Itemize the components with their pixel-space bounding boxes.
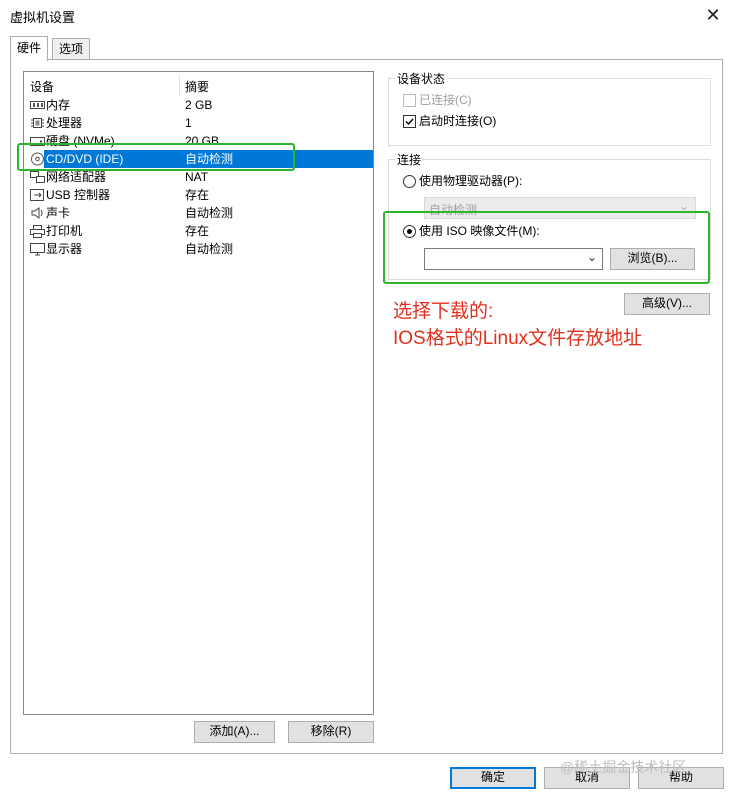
window-title: 虚拟机设置 (10, 10, 76, 25)
device-row-processor[interactable]: 处理器 1 (24, 114, 373, 132)
processor-icon (31, 118, 44, 128)
tab-options[interactable]: 选项 (52, 38, 91, 59)
device-row-memory[interactable]: 内存 2 GB (24, 96, 373, 114)
column-header-summary[interactable]: 摘要 (185, 78, 209, 96)
connected-checkbox[interactable] (403, 94, 416, 107)
device-row-display[interactable]: 显示器 自动检测 (24, 240, 373, 258)
iso-highlight-box (383, 211, 710, 284)
column-header-device[interactable]: 设备 (30, 78, 54, 96)
usb-icon (30, 189, 44, 201)
device-summary: 2 GB (185, 98, 213, 112)
title-bar (0, 0, 731, 30)
device-name: 打印机 (46, 224, 83, 238)
column-separator[interactable] (179, 74, 180, 96)
printer-icon (30, 225, 45, 238)
memory-icon (30, 101, 45, 109)
connect-at-power-on-label: 启动时连接(O) (419, 114, 497, 128)
sound-card-icon (31, 207, 43, 219)
device-row-printer[interactable]: 打印机 存在 (24, 222, 373, 240)
physical-drive-label: 使用物理驱动器(P): (419, 174, 523, 188)
device-name: 处理器 (46, 116, 83, 130)
device-row-usb[interactable]: USB 控制器 存在 (24, 186, 373, 204)
cd-dvd-highlight-box (17, 143, 295, 171)
close-icon[interactable]: ✕ (701, 3, 725, 27)
device-status-title: 设备状态 (395, 70, 448, 87)
device-summary: 存在 (185, 224, 210, 238)
device-summary: 存在 (185, 188, 210, 202)
device-name: 内存 (46, 98, 71, 112)
device-name: 显示器 (46, 242, 83, 256)
device-name: USB 控制器 (46, 188, 111, 202)
watermark: @稀土掘金技术社区 (560, 759, 687, 775)
annotation-text: 选择下载的: IOS格式的Linux文件存放地址 (393, 301, 643, 349)
connection-title: 连接 (395, 151, 424, 168)
connect-at-power-on-checkbox[interactable] (403, 115, 416, 128)
device-summary: 自动检测 (185, 206, 234, 220)
device-summary: 1 (185, 116, 192, 130)
checkmark-icon (405, 118, 414, 126)
ok-button[interactable]: 确定 (450, 767, 536, 789)
physical-drive-radio[interactable] (403, 175, 416, 188)
display-icon (30, 243, 45, 256)
connected-label: 已连接(C) (419, 93, 472, 107)
network-adapter-icon (30, 171, 45, 183)
device-summary: 自动检测 (185, 242, 234, 256)
device-status-group (388, 78, 711, 146)
device-name: 声卡 (46, 206, 71, 220)
remove-device-button[interactable]: 移除(R) (288, 721, 374, 743)
add-device-button[interactable]: 添加(A)... (194, 721, 275, 743)
tab-hardware[interactable]: 硬件 (10, 36, 49, 61)
device-row-sound[interactable]: 声卡 自动检测 (24, 204, 373, 222)
